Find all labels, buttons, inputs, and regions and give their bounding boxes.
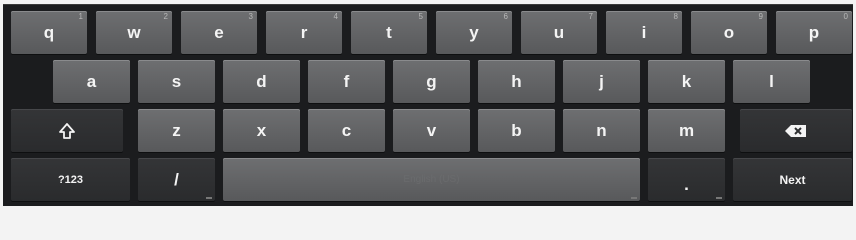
key-c[interactable]: c xyxy=(308,109,385,152)
key-u[interactable]: u7 xyxy=(521,11,597,54)
key-label: b xyxy=(511,120,522,140)
key-hint: 4 xyxy=(333,12,338,21)
space-label: English (US) xyxy=(403,174,460,185)
key-a[interactable]: a xyxy=(53,60,130,103)
key-hint: 0 xyxy=(843,12,848,21)
key-hint: 6 xyxy=(503,12,508,21)
key-hint: 1 xyxy=(78,12,83,21)
key-n[interactable]: n xyxy=(563,109,640,152)
key-o[interactable]: o9 xyxy=(691,11,767,54)
key-label: i xyxy=(641,22,647,42)
shift-arrow-icon xyxy=(58,122,76,140)
key-label: s xyxy=(171,71,182,91)
long-press-indicator xyxy=(206,197,212,199)
key-p[interactable]: p0 xyxy=(776,11,852,54)
long-press-indicator xyxy=(631,197,637,199)
period-key[interactable]: . xyxy=(648,158,725,201)
key-label: a xyxy=(86,71,97,91)
key-label: r xyxy=(300,22,308,42)
key-t[interactable]: t5 xyxy=(351,11,427,54)
period-label: . xyxy=(684,174,689,194)
key-f[interactable]: f xyxy=(308,60,385,103)
key-m[interactable]: m xyxy=(648,109,725,152)
next-key[interactable]: Next xyxy=(733,158,852,201)
slash-key[interactable]: / xyxy=(138,158,215,201)
key-z[interactable]: z xyxy=(138,109,215,152)
key-label: o xyxy=(723,22,735,42)
key-y[interactable]: y6 xyxy=(436,11,512,54)
key-hint: 8 xyxy=(673,12,678,21)
key-label: j xyxy=(599,71,604,91)
long-press-indicator xyxy=(716,197,722,199)
key-hint: 9 xyxy=(758,12,763,21)
symbols-label: ?123 xyxy=(57,173,84,186)
key-label: e xyxy=(214,22,224,42)
symbols-key[interactable]: ?123 xyxy=(11,158,130,201)
backspace-key[interactable] xyxy=(740,109,852,152)
key-label: k xyxy=(681,71,692,91)
key-w[interactable]: w2 xyxy=(96,11,172,54)
key-l[interactable]: l xyxy=(733,60,810,103)
key-label: v xyxy=(426,120,437,140)
key-hint: 5 xyxy=(418,12,423,21)
key-b[interactable]: b xyxy=(478,109,555,152)
key-label: m xyxy=(678,120,695,140)
key-g[interactable]: g xyxy=(393,60,470,103)
key-s[interactable]: s xyxy=(138,60,215,103)
key-r[interactable]: r4 xyxy=(266,11,342,54)
key-label: h xyxy=(511,71,522,91)
key-label: q xyxy=(43,22,55,42)
key-label: c xyxy=(341,120,352,140)
space-key[interactable]: English (US) xyxy=(223,158,640,201)
key-j[interactable]: j xyxy=(563,60,640,103)
key-e[interactable]: e3 xyxy=(181,11,257,54)
key-label: w xyxy=(127,22,141,42)
key-label: d xyxy=(256,71,267,91)
key-label: f xyxy=(343,71,350,91)
key-label: p xyxy=(808,22,820,42)
key-v[interactable]: v xyxy=(393,109,470,152)
key-hint: 7 xyxy=(588,12,593,21)
key-label: x xyxy=(256,120,267,140)
key-label: t xyxy=(386,22,392,42)
key-k[interactable]: k xyxy=(648,60,725,103)
next-label: Next xyxy=(779,172,806,187)
key-x[interactable]: x xyxy=(223,109,300,152)
slash-label: / xyxy=(174,169,179,189)
key-d[interactable]: d xyxy=(223,60,300,103)
key-h[interactable]: h xyxy=(478,60,555,103)
key-q[interactable]: q1 xyxy=(11,11,87,54)
key-hint: 2 xyxy=(163,12,168,21)
key-label: g xyxy=(426,71,437,91)
key-label: u xyxy=(553,22,565,42)
soft-keyboard: q1 w2 e3 r4 t5 y6 u7 i8 o9 p0 a s d f g … xyxy=(3,4,853,206)
key-i[interactable]: i8 xyxy=(606,11,682,54)
key-label: z xyxy=(172,120,181,140)
key-hint: 3 xyxy=(248,12,253,21)
key-label: n xyxy=(596,120,607,140)
key-label: y xyxy=(469,22,479,42)
backspace-icon xyxy=(784,124,808,138)
key-label: l xyxy=(769,71,774,91)
shift-key[interactable] xyxy=(11,109,123,152)
